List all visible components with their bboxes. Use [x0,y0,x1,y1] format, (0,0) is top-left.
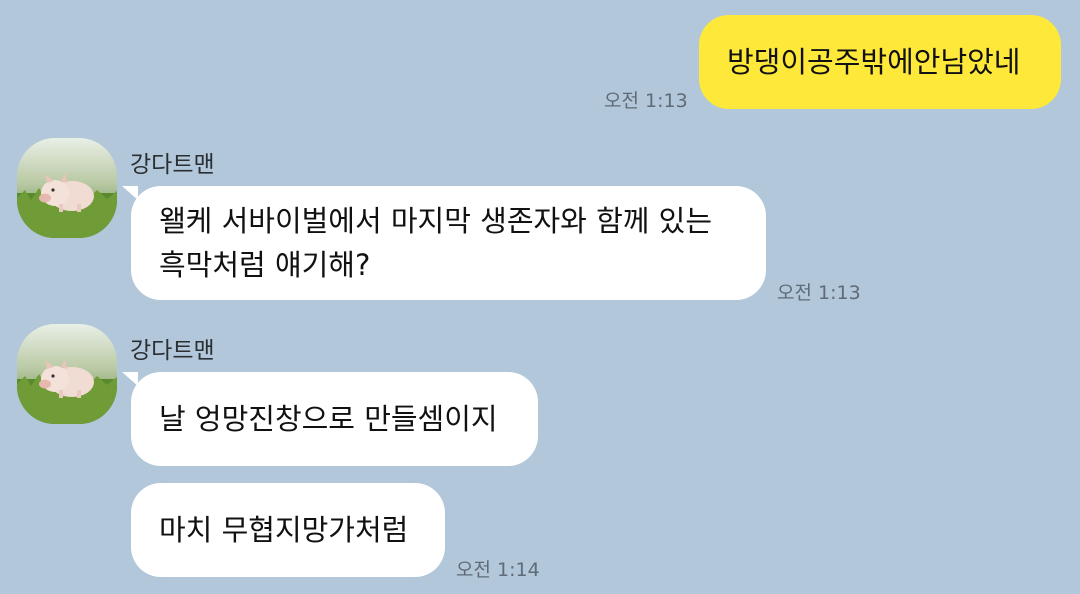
piglet-avatar-icon [17,138,117,238]
message-text-line-1: 왤케 서바이벌에서 마지막 생존자와 함께 있는 [159,204,713,238]
message-text: 마치 무협지망가처럼 [159,513,409,547]
piglet-avatar-icon [17,324,117,424]
avatar[interactable] [17,138,117,238]
message-text: 방댕이공주밖에안남았네 [727,45,1021,79]
sender-name: 강다트맨 [130,338,215,364]
my-message-bubble[interactable]: 방댕이공주밖에안남았네 [699,15,1061,109]
message-time: 오전 1:13 [604,90,688,112]
their-message-bubble[interactable]: 왤케 서바이벌에서 마지막 생존자와 함께 있는 흑막처럼 얘기해? [131,186,766,300]
message-text-line-2: 흑막처럼 얘기해? [159,248,371,282]
their-message-bubble[interactable]: 마치 무협지망가처럼 [131,483,445,577]
message-text: 날 엉망진창으로 만들셈이지 [159,402,498,436]
message-time: 오전 1:14 [456,559,540,581]
avatar[interactable] [17,324,117,424]
their-message-bubble[interactable]: 날 엉망진창으로 만들셈이지 [131,372,538,466]
message-time: 오전 1:13 [777,282,861,304]
sender-name: 강다트맨 [130,152,215,178]
